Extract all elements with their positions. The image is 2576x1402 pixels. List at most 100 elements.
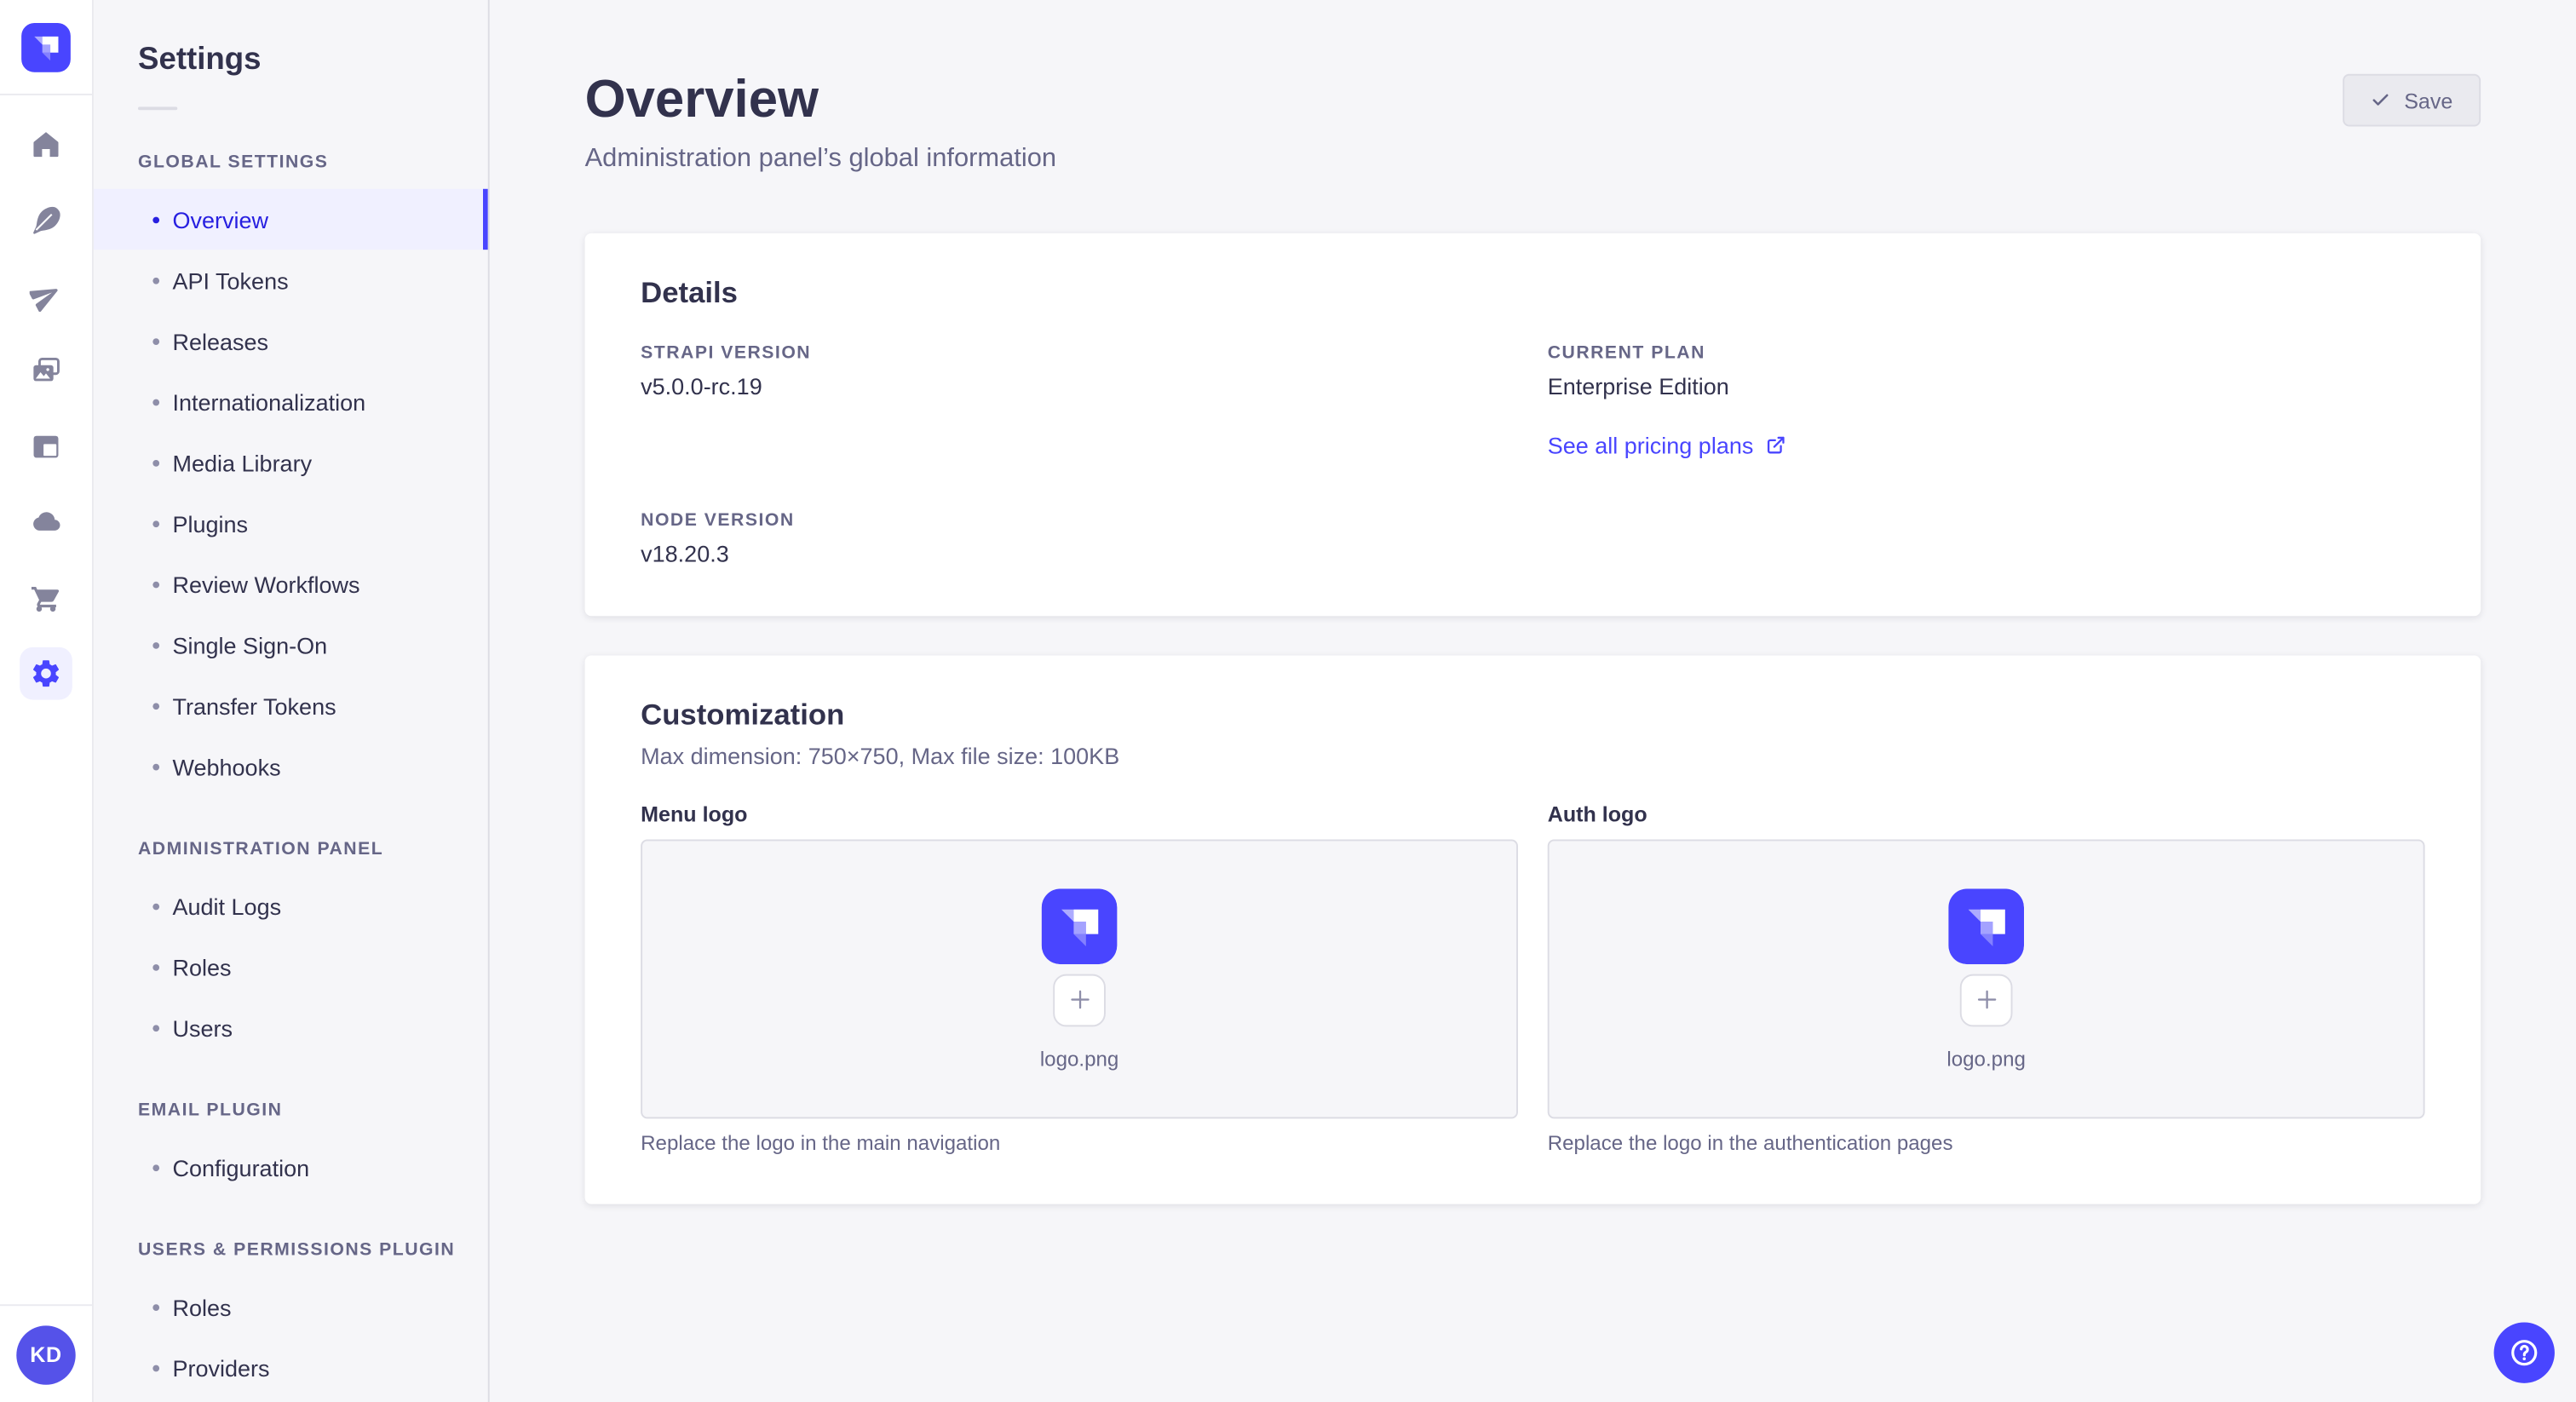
sidebar-item-label: Overview (172, 206, 269, 233)
bullet-icon (152, 1303, 160, 1311)
auth-logo-filename: logo.png (1946, 1047, 2026, 1071)
field-label: STRAPI VERSION (641, 343, 812, 364)
auth-logo-label: Auth logo (1547, 802, 1647, 827)
field-label: NODE VERSION (641, 510, 795, 531)
sidebar-item-label: API Tokens (172, 267, 289, 294)
details-heading: Details (641, 276, 738, 309)
sidebar-item-plugins[interactable]: Plugins (94, 493, 488, 554)
gear-icon (32, 660, 60, 687)
bullet-icon (152, 398, 160, 405)
bullet-icon (152, 702, 160, 710)
feather-icon (33, 206, 60, 234)
sidebar-item-label: Configuration (172, 1153, 310, 1181)
sidebar-item-label: Internationalization (172, 388, 366, 415)
sidebar-item-review-workflows[interactable]: Review Workflows (94, 554, 488, 614)
nav-list-email-plugin: Configuration (94, 1137, 488, 1198)
bullet-icon (152, 1024, 160, 1031)
sidebar-item-transfer-tokens[interactable]: Transfer Tokens (94, 675, 488, 736)
bullet-icon (152, 963, 160, 970)
save-button[interactable]: Save (2343, 73, 2481, 127)
nav-content-type-builder[interactable] (9, 409, 84, 485)
sidebar-item-label: Releases (172, 327, 269, 354)
home-icon (33, 132, 59, 158)
logo-grid: Menu logo logo.png Replace the logo in t… (641, 802, 2425, 1155)
shopping-cart-icon (31, 586, 60, 612)
paper-plane-icon (29, 289, 58, 313)
sidebar-item-email-configuration[interactable]: Configuration (94, 1137, 488, 1198)
nav-settings[interactable] (9, 635, 84, 711)
menu-logo-label: Menu logo (641, 802, 748, 827)
sidebar-item-internationalization[interactable]: Internationalization (94, 371, 488, 432)
menu-logo-dropzone[interactable]: logo.png (641, 839, 1518, 1119)
section-label-administration-panel: ADMINISTRATION PANEL (138, 839, 384, 859)
sidebar-item-releases[interactable]: Releases (94, 310, 488, 371)
field-label: CURRENT PLAN (1547, 343, 1705, 364)
sidebar-item-label: Media Library (172, 449, 313, 476)
sidebar-item-admin-roles[interactable]: Roles (94, 936, 488, 997)
field-current-plan: CURRENT PLAN Enterprise Edition See all … (1548, 343, 2425, 462)
nav-marketplace[interactable] (9, 560, 84, 636)
sidebar-item-up-roles[interactable]: Roles (94, 1276, 488, 1336)
nav-list-global-settings: Overview API Tokens Releases Internation… (93, 188, 488, 797)
main-navigation-rail: KD (0, 0, 94, 1402)
nav-media-library[interactable] (9, 333, 84, 409)
help-button[interactable] (2493, 1321, 2555, 1382)
sidebar-item-admin-users[interactable]: Users (94, 997, 488, 1058)
field-value: v5.0.0-rc.19 (641, 372, 762, 399)
section-label-global-settings: GLOBAL SETTINGS (138, 152, 329, 173)
nav-deploy[interactable] (9, 485, 84, 560)
sidebar-item-overview[interactable]: Overview (93, 188, 488, 250)
sidebar-item-label: Webhooks (172, 753, 281, 780)
bullet-icon (152, 902, 160, 910)
nav-releases[interactable] (9, 258, 84, 334)
help-question-icon (2511, 1339, 2538, 1365)
bullet-icon (152, 762, 160, 770)
auth-logo-add-button[interactable] (1959, 973, 2013, 1026)
sidebar-item-up-providers[interactable]: Providers (94, 1337, 488, 1398)
auth-logo-preview (1948, 888, 2024, 964)
section-label-users-permissions-plugin: USERS & PERMISSIONS PLUGIN (138, 1240, 456, 1261)
menu-logo-field: Menu logo logo.png Replace the logo in t… (641, 802, 1518, 1155)
section-label-email-plugin: EMAIL PLUGIN (138, 1100, 283, 1121)
plus-icon (1070, 990, 1089, 1009)
sidebar-item-audit-logs[interactable]: Audit Logs (94, 876, 488, 936)
images-icon (33, 357, 60, 382)
bullet-icon (152, 459, 160, 466)
bullet-icon (152, 580, 160, 588)
sidebar-item-webhooks[interactable]: Webhooks (94, 736, 488, 796)
sidebar-item-api-tokens[interactable]: API Tokens (94, 250, 488, 310)
user-avatar[interactable]: KD (16, 1324, 76, 1384)
workspace-logo[interactable] (0, 0, 92, 95)
bullet-icon (152, 337, 160, 345)
bullet-icon (152, 1364, 160, 1371)
page-header: Overview Administration panel’s global i… (585, 0, 2481, 174)
nav-list-administration-panel: Audit Logs Roles Users (94, 876, 488, 1058)
pricing-plans-link[interactable]: See all pricing plans (1548, 432, 1786, 458)
auth-logo-field: Auth logo logo.png Replace the logo in t… (1547, 802, 2425, 1155)
field-value: Enterprise Edition (1547, 372, 1729, 399)
sidebar-item-single-sign-on[interactable]: Single Sign-On (94, 614, 488, 675)
rail-icon-list (9, 95, 84, 711)
external-link-icon (1768, 436, 1785, 454)
bullet-icon (152, 215, 160, 223)
subnav-divider (138, 106, 178, 111)
layout-icon (33, 435, 59, 458)
settings-active-tile (20, 646, 72, 700)
cloud-icon (33, 512, 60, 531)
sidebar-item-label: Roles (172, 953, 232, 980)
main-content: Overview Administration panel’s global i… (490, 0, 2576, 1402)
check-icon (2373, 94, 2389, 106)
auth-logo-dropzone[interactable]: logo.png (1547, 839, 2425, 1119)
sidebar-item-label: Plugins (172, 509, 249, 537)
sidebar-item-label: Transfer Tokens (172, 692, 336, 719)
sidebar-item-media-library[interactable]: Media Library (94, 432, 488, 492)
auth-logo-hint: Replace the logo in the authentication p… (1547, 1131, 1953, 1155)
nav-home[interactable] (9, 106, 84, 182)
menu-logo-add-button[interactable] (1053, 973, 1106, 1026)
menu-logo-preview (1041, 888, 1118, 964)
nav-content-manager[interactable] (9, 182, 84, 258)
bullet-icon (152, 641, 160, 648)
menu-logo-filename: logo.png (1039, 1047, 1119, 1071)
sidebar-item-label: Single Sign-On (172, 631, 328, 658)
subnav-title: Settings (138, 43, 262, 78)
